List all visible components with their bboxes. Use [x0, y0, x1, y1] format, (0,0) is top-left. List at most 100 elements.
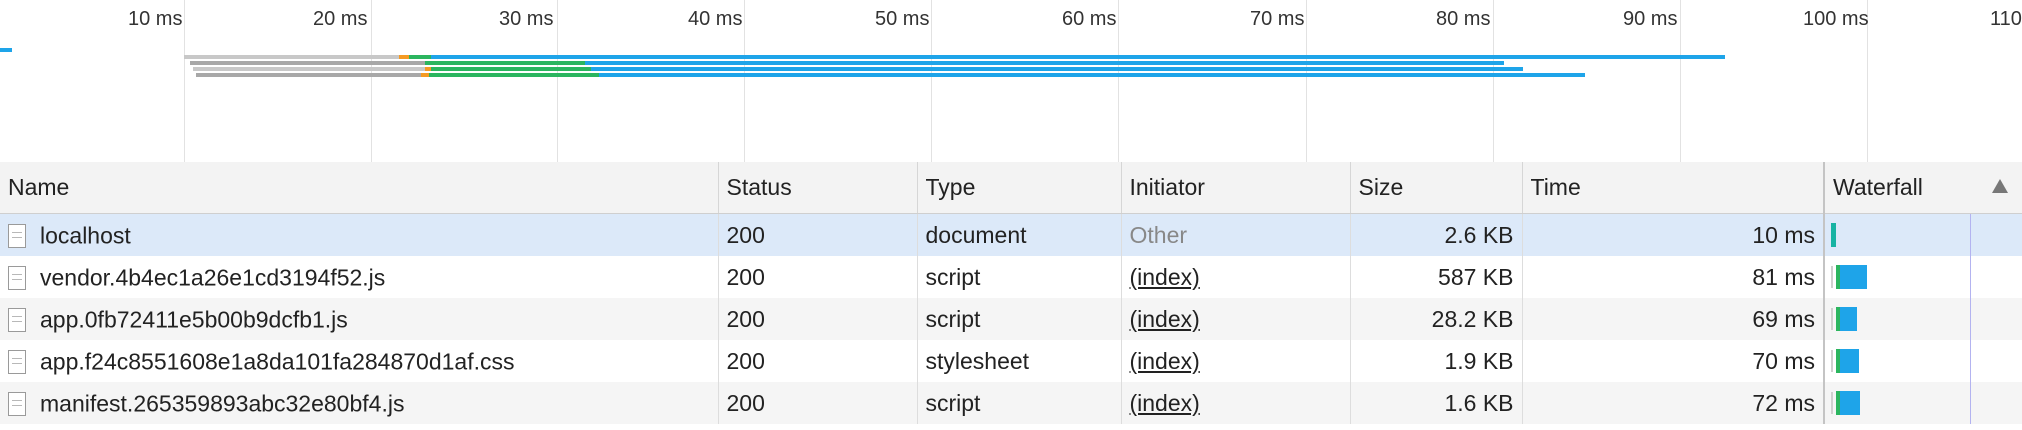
initiator-link[interactable]: (index) [1130, 264, 1200, 290]
status-cell: 200 [718, 382, 918, 424]
load-event-line [1970, 382, 1971, 424]
time-cell: 69 ms [1522, 298, 1825, 340]
waterfall-cell [1823, 340, 2022, 382]
network-overview[interactable]: 10 ms 20 ms 30 ms 40 ms 50 ms 60 ms 70 m… [0, 0, 2022, 163]
request-name: app.f24c8551608e1a8da101fa284870d1af.css [40, 348, 515, 375]
grid-line-40 [744, 0, 745, 162]
tick-label: 10 ms [128, 8, 183, 30]
tick-label: 40 ms [688, 8, 743, 30]
requests-table-container: Name Status Type Initiator Size Time Wat… [0, 162, 2022, 430]
waterfall-bar [1840, 307, 1857, 331]
waterfall-bar [1840, 391, 1860, 415]
time-cell: 70 ms [1522, 340, 1825, 382]
waterfall-bar [1840, 349, 1859, 373]
size-cell: 2.6 KB [1350, 213, 1523, 256]
name-cell: localhost [0, 213, 719, 256]
overview-bar-receiving [585, 61, 1504, 65]
waterfall-stalled [1831, 350, 1833, 372]
grid-line-60 [1118, 0, 1119, 162]
grid-line-80 [1493, 0, 1494, 162]
requests-table: Name Status Type Initiator Size Time Wat… [0, 162, 2022, 424]
column-header-type[interactable]: Type [917, 162, 1122, 214]
request-name: vendor.4b4ec1a26e1cd3194f52.js [40, 264, 386, 291]
waterfall-stalled [1831, 392, 1833, 414]
waterfall-cell [1823, 256, 2022, 298]
tick-label: 20 ms [313, 8, 368, 30]
status-cell: 200 [718, 213, 918, 256]
column-header-initiator[interactable]: Initiator [1121, 162, 1351, 214]
overview-bar-waiting [431, 67, 591, 71]
grid-line-90 [1680, 0, 1681, 162]
request-name: manifest.265359893abc32e80bf4.js [40, 390, 405, 417]
time-cell: 81 ms [1522, 256, 1825, 298]
table-row[interactable]: localhost 200 document Other 2.6 KB 10 m… [0, 213, 2022, 256]
waterfall-header-label: Waterfall [1833, 174, 1923, 200]
name-cell: app.0fb72411e5b00b9dcfb1.js [0, 298, 719, 340]
document-icon [8, 349, 26, 374]
load-event-line [1970, 340, 1971, 382]
sort-ascending-icon [1991, 179, 2008, 193]
overview-bar-receiving [591, 67, 1523, 71]
tick-label: 80 ms [1436, 8, 1491, 30]
waterfall-bar [1840, 265, 1867, 289]
name-cell: manifest.265359893abc32e80bf4.js [0, 382, 719, 424]
initiator-link[interactable]: (index) [1130, 348, 1200, 374]
initiator-link[interactable]: (index) [1130, 306, 1200, 332]
overview-bar-localhost [0, 48, 12, 52]
waterfall-stalled [1831, 308, 1833, 330]
initiator-link[interactable]: (index) [1130, 390, 1200, 416]
column-header-name[interactable]: Name [0, 162, 719, 214]
waterfall-stalled [1831, 266, 1833, 288]
table-row[interactable]: manifest.265359893abc32e80bf4.js 200 scr… [0, 382, 2022, 424]
size-cell: 1.9 KB [1350, 340, 1523, 382]
grid-line-50 [931, 0, 932, 162]
tick-label: 90 ms [1623, 8, 1678, 30]
overview-bar-stalled [196, 73, 421, 77]
tick-label: 30 ms [499, 8, 554, 30]
initiator-cell: (index) [1121, 382, 1351, 424]
grid-line-20 [371, 0, 372, 162]
table-row[interactable]: app.f24c8551608e1a8da101fa284870d1af.css… [0, 340, 2022, 382]
overview-bar-stalled [190, 61, 425, 65]
overview-bar-waiting [429, 73, 599, 77]
overview-bar-waiting [409, 55, 431, 59]
size-cell: 587 KB [1350, 256, 1523, 298]
tick-label: 50 ms [875, 8, 930, 30]
tick-label: 70 ms [1250, 8, 1305, 30]
tick-label: 110 [1990, 8, 2022, 30]
column-header-waterfall[interactable]: Waterfall [1823, 162, 2022, 214]
load-event-line [1970, 298, 1971, 340]
type-cell: script [917, 382, 1122, 424]
overview-bar-receiving [431, 55, 1725, 59]
tick-label: 60 ms [1062, 8, 1117, 30]
load-event-line [1970, 256, 1971, 298]
status-cell: 200 [718, 298, 918, 340]
table-row[interactable]: vendor.4b4ec1a26e1cd3194f52.js 200 scrip… [0, 256, 2022, 298]
overview-bar-stalled [184, 55, 399, 59]
overview-bar-receiving [599, 73, 1585, 77]
time-cell: 72 ms [1522, 382, 1825, 424]
type-cell: document [917, 213, 1122, 256]
waterfall-cell [1823, 298, 2022, 340]
initiator-cell: (index) [1121, 340, 1351, 382]
initiator-cell: Other [1121, 213, 1351, 256]
document-icon [8, 223, 26, 248]
column-header-status[interactable]: Status [718, 162, 918, 214]
request-name: app.0fb72411e5b00b9dcfb1.js [40, 306, 348, 333]
grid-line-30 [557, 0, 558, 162]
document-icon [8, 391, 26, 416]
overview-bar-ssl [421, 73, 429, 77]
size-cell: 1.6 KB [1350, 382, 1523, 424]
status-cell: 200 [718, 256, 918, 298]
document-icon [8, 307, 26, 332]
overview-bar-ssl [399, 55, 409, 59]
column-header-size[interactable]: Size [1350, 162, 1523, 214]
load-event-line [1970, 214, 1971, 256]
waterfall-cell [1823, 213, 2022, 256]
column-header-time[interactable]: Time [1522, 162, 1825, 214]
name-cell: vendor.4b4ec1a26e1cd3194f52.js [0, 256, 719, 298]
overview-bar-stalled [193, 67, 425, 71]
initiator-cell: (index) [1121, 256, 1351, 298]
table-row[interactable]: app.0fb72411e5b00b9dcfb1.js 200 script (… [0, 298, 2022, 340]
waterfall-cell [1823, 382, 2022, 424]
